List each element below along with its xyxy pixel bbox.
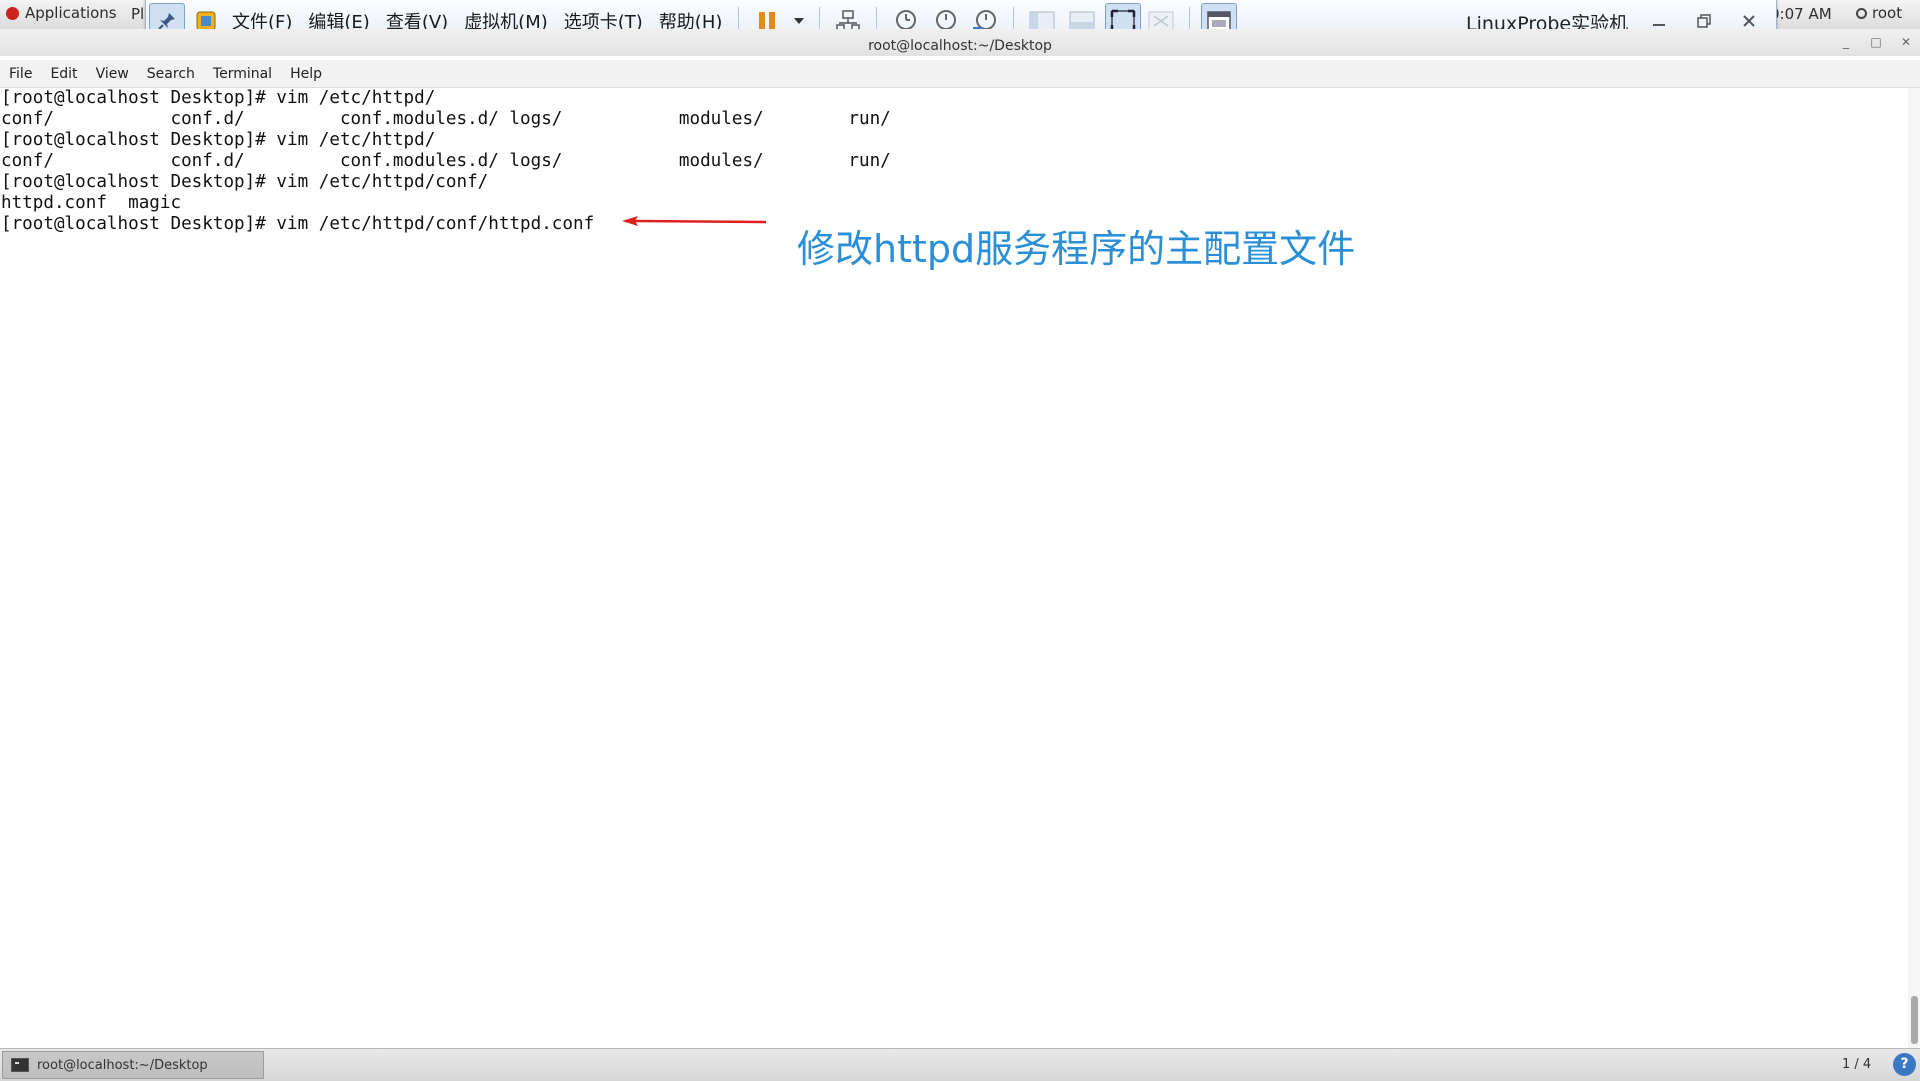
terminal-line: httpd.conf magic	[1, 193, 182, 213]
menu-search[interactable]: Search	[138, 66, 204, 82]
terminal-line: conf/ conf.d/ conf.modules.d/ logs/ modu…	[1, 109, 891, 129]
annotation-text: 修改httpd服务程序的主配置文件	[797, 227, 1356, 271]
workspace-indicator[interactable]: 1 / 4	[1842, 1057, 1871, 1072]
terminal-icon	[11, 1058, 29, 1072]
scrollbar-thumb[interactable]	[1911, 996, 1918, 1044]
terminal-line: [root@localhost Desktop]# vim /etc/httpd…	[1, 130, 436, 150]
applications-label: Applications	[25, 4, 117, 22]
window-close-icon[interactable]: ✕	[1892, 31, 1920, 52]
terminal-menubar: File Edit View Search Terminal Help	[0, 60, 1920, 88]
user-icon	[1856, 7, 1867, 19]
annotation-arrow	[622, 216, 767, 226]
clock[interactable]: 0:07 AM	[1770, 5, 1832, 23]
user-menu[interactable]: root	[1856, 4, 1902, 22]
menu-help[interactable]: Help	[281, 66, 331, 82]
places-menu[interactable]: Pl	[131, 5, 144, 23]
window-maximize-icon[interactable]: □	[1862, 31, 1890, 52]
window-controls: _ □ ✕	[1832, 31, 1920, 52]
bottom-taskbar: root@localhost:~/Desktop 1 / 4 ?	[0, 1048, 1920, 1081]
terminal-line: [root@localhost Desktop]# vim /etc/httpd…	[1, 214, 595, 234]
taskbar-item-label: root@localhost:~/Desktop	[37, 1057, 208, 1073]
menu-file[interactable]: File	[0, 66, 41, 82]
applications-menu[interactable]: Applications	[6, 4, 117, 22]
terminal-line: [root@localhost Desktop]# vim /etc/httpd…	[1, 172, 489, 192]
help-icon[interactable]: ?	[1893, 1053, 1916, 1076]
fedora-logo-icon	[6, 6, 19, 20]
window-title: root@localhost:~/Desktop	[0, 29, 1920, 56]
terminal-scrollbar[interactable]	[1908, 88, 1920, 1048]
user-label: root	[1872, 4, 1903, 22]
terminal-line: conf/ conf.d/ conf.modules.d/ logs/ modu…	[1, 151, 891, 171]
terminal-line: [root@localhost Desktop]# vim /etc/httpd…	[1, 88, 436, 108]
menu-view[interactable]: View	[87, 66, 138, 82]
window-minimize-icon[interactable]: _	[1832, 31, 1860, 52]
taskbar-terminal-item[interactable]: root@localhost:~/Desktop	[2, 1051, 264, 1079]
menu-edit[interactable]: Edit	[41, 66, 86, 82]
menu-terminal[interactable]: Terminal	[204, 66, 281, 82]
